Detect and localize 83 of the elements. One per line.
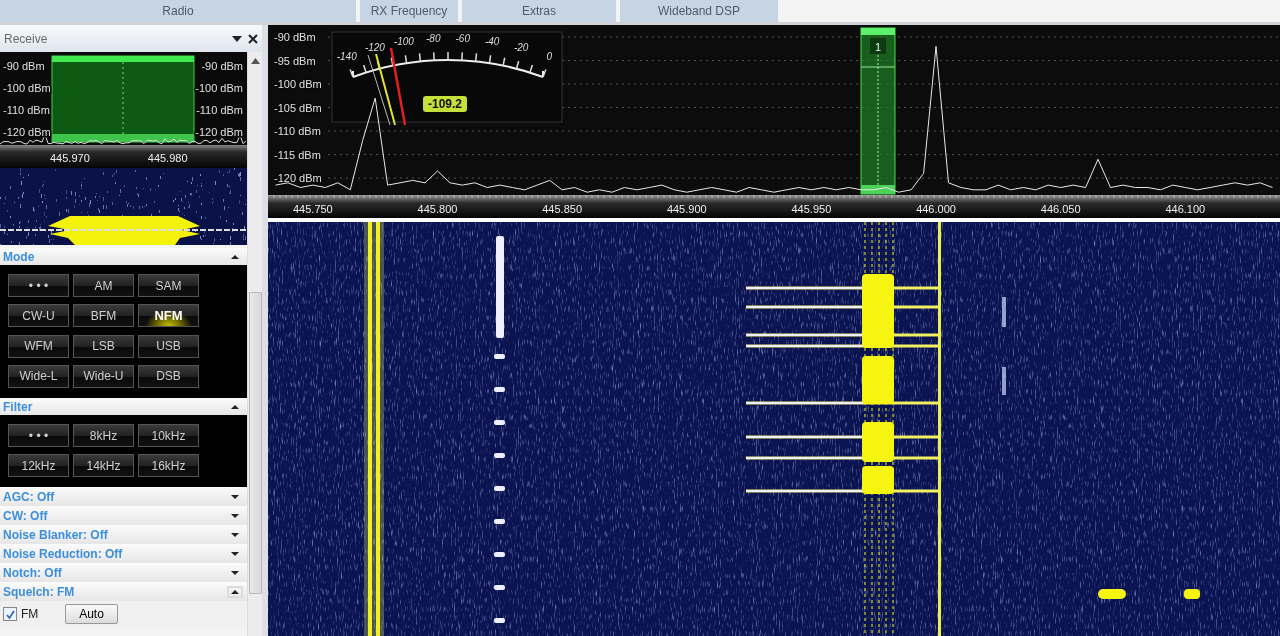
caret-icon[interactable] (231, 570, 239, 575)
power-axis-label: -100 dBm (195, 82, 243, 94)
mode-button[interactable]: LSB (73, 334, 134, 358)
frequency-label: 445.750 (293, 203, 333, 215)
power-axis-label: -120 dBm (195, 126, 243, 138)
filter-button[interactable]: 12kHz (8, 454, 69, 477)
frequency-label: 446.100 (1165, 203, 1206, 215)
ribbon-group-label: Wideband DSP (620, 0, 778, 22)
meter-scale-label: 0 (546, 51, 553, 63)
panel-title: Receive (4, 31, 49, 46)
section-title: AGC: Off (3, 489, 55, 504)
caret-icon[interactable] (231, 532, 239, 537)
mode-button[interactable]: Wide-L (8, 364, 69, 388)
power-axis-label: -110 dBm (3, 104, 50, 116)
vfo-marker[interactable] (860, 27, 896, 195)
meter-scale-label: -120 (364, 42, 385, 54)
checkbox[interactable] (3, 607, 17, 621)
section-title: Noise Blanker: Off (3, 527, 108, 542)
passband-highlight[interactable] (51, 55, 195, 143)
caret-icon[interactable] (231, 551, 239, 556)
caret-icon[interactable] (231, 254, 239, 259)
caret-icon[interactable] (231, 494, 239, 499)
meter-scale-label: -40 (484, 36, 500, 48)
mode-button[interactable]: • • • (8, 274, 69, 297)
ribbon-group-label: RX Frequency (360, 0, 458, 22)
power-axis-label: -120 dBm (3, 126, 51, 138)
frequency-label: 445.900 (666, 203, 707, 215)
power-axis-label: -95 dBm (274, 54, 316, 67)
meter-scale-label: -20 (513, 42, 529, 54)
section-title: Notch: Off (3, 565, 62, 580)
dropdown-icon[interactable] (232, 34, 242, 43)
frequency-label: 445.970 (50, 152, 90, 166)
frequency-label: 445.950 (791, 203, 832, 215)
power-axis-label: -105 dBm (274, 101, 322, 114)
power-axis-label: -100 dBm (3, 82, 51, 94)
mini-spectrum-plot[interactable]: -90 dBm -100 dBm -110 dBm -120 dBm -90 dBm -100 dBm -110 dBm -120 dBm (0, 52, 247, 145)
caret-icon[interactable] (231, 404, 239, 409)
frequency-label: 445.980 (147, 152, 188, 166)
meter-scale-label: -140 (336, 51, 357, 63)
section-title: Squelch: FM (3, 584, 75, 599)
checkbox-label: FM (21, 607, 40, 621)
power-axis-label: -90 dBm (201, 60, 243, 72)
mode-button[interactable]: CW-U (8, 304, 69, 328)
power-axis-label: -100 dBm (274, 78, 322, 90)
auto-button[interactable]: Auto (65, 604, 118, 624)
meter-scale-label: -80 (426, 33, 441, 45)
section-title: CW: Off (3, 508, 48, 523)
filter-button[interactable]: 8kHz (73, 424, 134, 447)
frequency-label: 446.000 (916, 203, 956, 215)
meter-scale-label: -60 (455, 33, 470, 45)
mode-button[interactable]: DSB (138, 364, 199, 388)
frequency-label: 445.800 (417, 203, 458, 215)
scroll-up-icon[interactable] (250, 58, 260, 64)
mode-button[interactable]: SAM (138, 274, 199, 297)
power-axis-label: -110 dBm (196, 104, 243, 116)
section-title: Noise Reduction: Off (3, 546, 123, 561)
close-icon[interactable] (248, 33, 258, 44)
mode-button[interactable]: Wide-U (73, 364, 134, 388)
mode-button[interactable]: USB (138, 334, 199, 358)
frequency-label: 446.050 (1040, 203, 1081, 215)
meter-scale-label: -100 (393, 36, 414, 48)
filter-button[interactable]: • • • (8, 424, 69, 447)
power-axis-label: -120 dBm (274, 172, 322, 185)
mode-button[interactable]: NFM (138, 304, 199, 328)
section-title: Mode (3, 249, 35, 264)
ribbon-group-label: Extras (462, 0, 616, 22)
filter-button[interactable]: 16kHz (138, 454, 199, 477)
frequency-label: 445.850 (542, 203, 582, 215)
power-axis-label: -90 dBm (3, 60, 45, 72)
scrollbar-thumb[interactable] (248, 292, 262, 594)
mode-button[interactable]: AM (73, 274, 134, 297)
power-axis-label: -115 dBm (274, 148, 321, 161)
vfo-number: 1 (874, 41, 882, 53)
filter-button[interactable]: 14kHz (73, 454, 134, 477)
power-axis-label: -110 dBm (274, 125, 321, 138)
section-title: Filter (3, 399, 33, 414)
mode-button[interactable]: BFM (73, 304, 134, 328)
power-axis-label: -90 dBm (274, 31, 316, 43)
ribbon-group-label: Radio (0, 0, 356, 22)
filter-button[interactable]: 10kHz (138, 424, 199, 447)
meter-reading: -109.2 (423, 96, 468, 112)
mode-button[interactable]: WFM (8, 334, 69, 358)
caret-icon[interactable] (231, 513, 239, 518)
